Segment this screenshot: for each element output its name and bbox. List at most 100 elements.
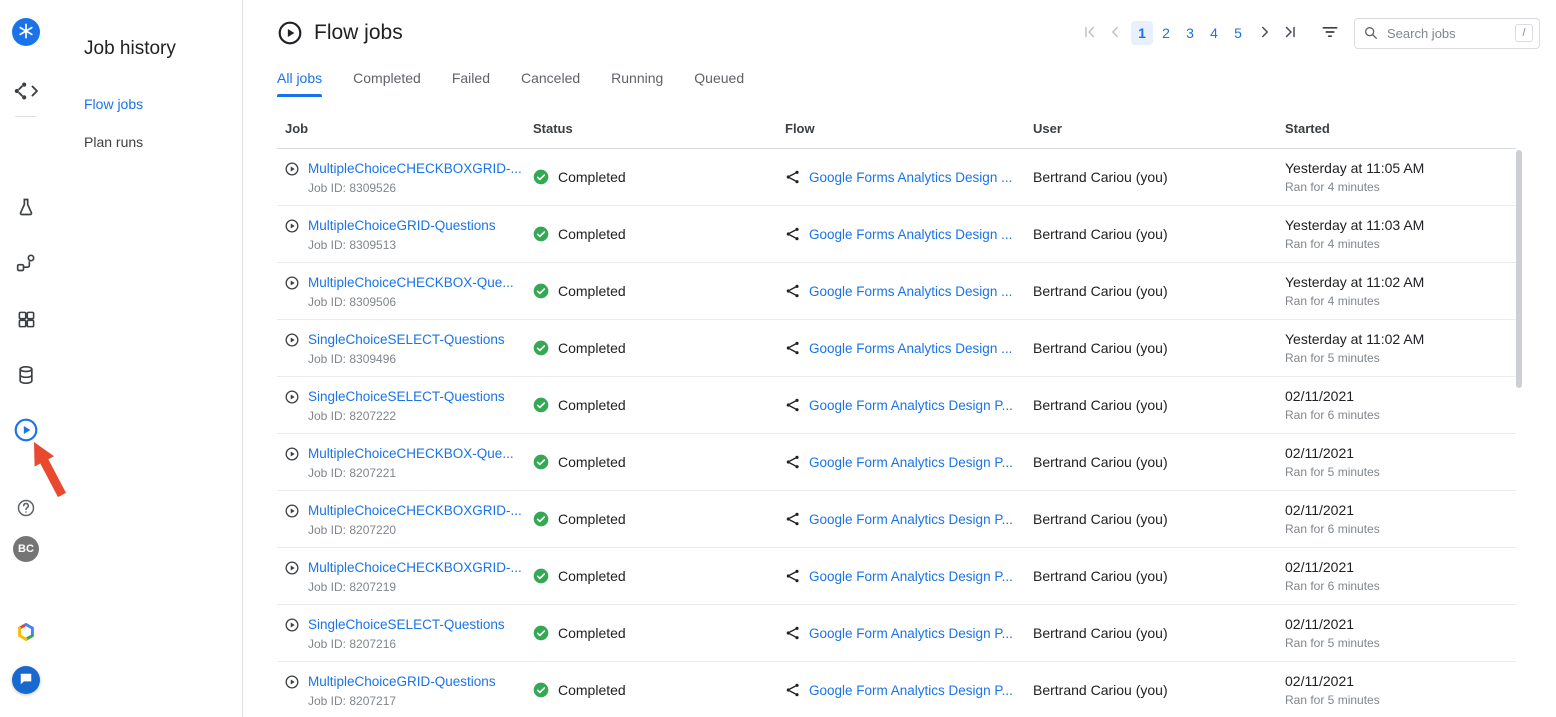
page-number[interactable]: 1 bbox=[1131, 21, 1153, 45]
table-scrollbar[interactable] bbox=[1516, 150, 1522, 388]
last-page-button[interactable] bbox=[1278, 20, 1304, 46]
started-time: 02/11/2021 bbox=[1285, 445, 1516, 461]
completed-check-icon bbox=[533, 625, 549, 641]
job-id: Job ID: 8207221 bbox=[308, 466, 514, 480]
table-row[interactable]: SingleChoiceSELECT-Questions Job ID: 830… bbox=[277, 320, 1516, 377]
expand-nav-button[interactable] bbox=[12, 77, 40, 105]
flow-link[interactable]: Google Forms Analytics Design ... bbox=[809, 227, 1012, 242]
rail-flask-button[interactable] bbox=[12, 193, 40, 221]
prev-page-button[interactable] bbox=[1102, 20, 1128, 46]
job-name-link[interactable]: SingleChoiceSELECT-Questions bbox=[308, 388, 505, 405]
job-id: Job ID: 8207219 bbox=[308, 580, 522, 594]
job-name-link[interactable]: SingleChoiceSELECT-Questions bbox=[308, 331, 505, 348]
flow-icon bbox=[785, 454, 801, 470]
run-duration: Ran for 4 minutes bbox=[1285, 237, 1516, 251]
rail-job-history-button[interactable] bbox=[12, 416, 40, 444]
tab[interactable]: Completed bbox=[353, 70, 421, 97]
help-button[interactable] bbox=[12, 494, 40, 522]
completed-check-icon bbox=[533, 397, 549, 413]
status-label: Completed bbox=[558, 568, 626, 584]
next-page-button[interactable] bbox=[1252, 20, 1278, 46]
app-logo[interactable] bbox=[12, 18, 40, 46]
job-run-icon bbox=[285, 333, 299, 347]
rail-library-button[interactable] bbox=[12, 361, 40, 389]
run-duration: Ran for 4 minutes bbox=[1285, 294, 1516, 308]
main-content: Flow jobs 1 bbox=[243, 0, 1556, 717]
page-number[interactable]: 2 bbox=[1155, 21, 1177, 45]
job-name-link[interactable]: MultipleChoiceCHECKBOXGRID-... bbox=[308, 160, 522, 177]
tab[interactable]: Queued bbox=[694, 70, 744, 97]
tab[interactable]: Canceled bbox=[521, 70, 580, 97]
table-row[interactable]: MultipleChoiceCHECKBOXGRID-... Job ID: 8… bbox=[277, 149, 1516, 206]
column-header: Started bbox=[1277, 121, 1516, 136]
tab[interactable]: Failed bbox=[452, 70, 490, 97]
job-id: Job ID: 8207222 bbox=[308, 409, 505, 423]
table-row[interactable]: MultipleChoiceGRID-Questions Job ID: 830… bbox=[277, 206, 1516, 263]
run-duration: Ran for 6 minutes bbox=[1285, 579, 1516, 593]
user-name: Bertrand Cariou (you) bbox=[1025, 511, 1277, 527]
flow-icon bbox=[785, 340, 801, 356]
job-run-icon bbox=[285, 675, 299, 689]
started-time: 02/11/2021 bbox=[1285, 616, 1516, 632]
table-row[interactable]: MultipleChoiceCHECKBOXGRID-... Job ID: 8… bbox=[277, 548, 1516, 605]
google-cloud-button[interactable] bbox=[12, 618, 40, 646]
table-body: MultipleChoiceCHECKBOXGRID-... Job ID: 8… bbox=[277, 149, 1516, 717]
title-wrap: Flow jobs bbox=[277, 20, 403, 46]
flow-link[interactable]: Google Form Analytics Design P... bbox=[809, 512, 1013, 527]
started-time: Yesterday at 11:03 AM bbox=[1285, 217, 1516, 233]
rail-plans-button[interactable] bbox=[12, 305, 40, 333]
completed-check-icon bbox=[533, 340, 549, 356]
started-time: 02/11/2021 bbox=[1285, 559, 1516, 575]
table-row[interactable]: SingleChoiceSELECT-Questions Job ID: 820… bbox=[277, 377, 1516, 434]
filter-button[interactable] bbox=[1316, 19, 1344, 47]
run-duration: Ran for 4 minutes bbox=[1285, 180, 1516, 194]
job-name-link[interactable]: MultipleChoiceCHECKBOXGRID-... bbox=[308, 502, 522, 519]
job-name-link[interactable]: MultipleChoiceGRID-Questions bbox=[308, 217, 496, 234]
sidebar-item[interactable]: Flow jobs bbox=[84, 96, 230, 112]
page-number[interactable]: 3 bbox=[1179, 21, 1201, 45]
job-name-link[interactable]: MultipleChoiceCHECKBOX-Que... bbox=[308, 274, 514, 291]
page-number[interactable]: 4 bbox=[1203, 21, 1225, 45]
started-time: Yesterday at 11:02 AM bbox=[1285, 274, 1516, 290]
table-row[interactable]: MultipleChoiceCHECKBOX-Que... Job ID: 83… bbox=[277, 263, 1516, 320]
flow-icon bbox=[785, 625, 801, 641]
job-name-link[interactable]: MultipleChoiceGRID-Questions bbox=[308, 673, 496, 690]
tab[interactable]: All jobs bbox=[277, 70, 322, 97]
started-time: Yesterday at 11:05 AM bbox=[1285, 160, 1516, 176]
job-run-icon bbox=[285, 447, 299, 461]
chevron-left-icon bbox=[1106, 23, 1124, 44]
filter-icon bbox=[1320, 22, 1340, 45]
chat-button[interactable] bbox=[12, 666, 40, 694]
flow-link[interactable]: Google Form Analytics Design P... bbox=[809, 569, 1013, 584]
table-row[interactable]: SingleChoiceSELECT-Questions Job ID: 820… bbox=[277, 605, 1516, 662]
job-name-link[interactable]: SingleChoiceSELECT-Questions bbox=[308, 616, 505, 633]
run-duration: Ran for 5 minutes bbox=[1285, 693, 1516, 707]
flow-link[interactable]: Google Forms Analytics Design ... bbox=[809, 284, 1012, 299]
completed-check-icon bbox=[533, 682, 549, 698]
tab[interactable]: Running bbox=[611, 70, 663, 97]
flow-link[interactable]: Google Form Analytics Design P... bbox=[809, 626, 1013, 641]
flow-link[interactable]: Google Form Analytics Design P... bbox=[809, 398, 1013, 413]
table-row[interactable]: MultipleChoiceCHECKBOX-Que... Job ID: 82… bbox=[277, 434, 1516, 491]
job-name-link[interactable]: MultipleChoiceCHECKBOX-Que... bbox=[308, 445, 514, 462]
table-row[interactable]: MultipleChoiceGRID-Questions Job ID: 820… bbox=[277, 662, 1516, 717]
job-name-link[interactable]: MultipleChoiceCHECKBOXGRID-... bbox=[308, 559, 522, 576]
flow-link[interactable]: Google Form Analytics Design P... bbox=[809, 455, 1013, 470]
run-duration: Ran for 6 minutes bbox=[1285, 522, 1516, 536]
first-page-button[interactable] bbox=[1076, 20, 1102, 46]
sidebar-item[interactable]: Plan runs bbox=[84, 134, 230, 150]
started-time: Yesterday at 11:02 AM bbox=[1285, 331, 1516, 347]
flow-link[interactable]: Google Form Analytics Design P... bbox=[809, 683, 1013, 698]
page-number[interactable]: 5 bbox=[1227, 21, 1249, 45]
flow-link[interactable]: Google Forms Analytics Design ... bbox=[809, 341, 1012, 356]
search-input[interactable] bbox=[1385, 25, 1515, 42]
status-label: Completed bbox=[558, 283, 626, 299]
user-avatar[interactable]: BC bbox=[13, 536, 39, 562]
database-icon bbox=[16, 365, 36, 385]
status-label: Completed bbox=[558, 454, 626, 470]
icon-rail: BC bbox=[0, 0, 52, 717]
rail-divider bbox=[15, 116, 37, 117]
table-row[interactable]: MultipleChoiceCHECKBOXGRID-... Job ID: 8… bbox=[277, 491, 1516, 548]
flow-link[interactable]: Google Forms Analytics Design ... bbox=[809, 170, 1012, 185]
rail-flows-button[interactable] bbox=[12, 249, 40, 277]
